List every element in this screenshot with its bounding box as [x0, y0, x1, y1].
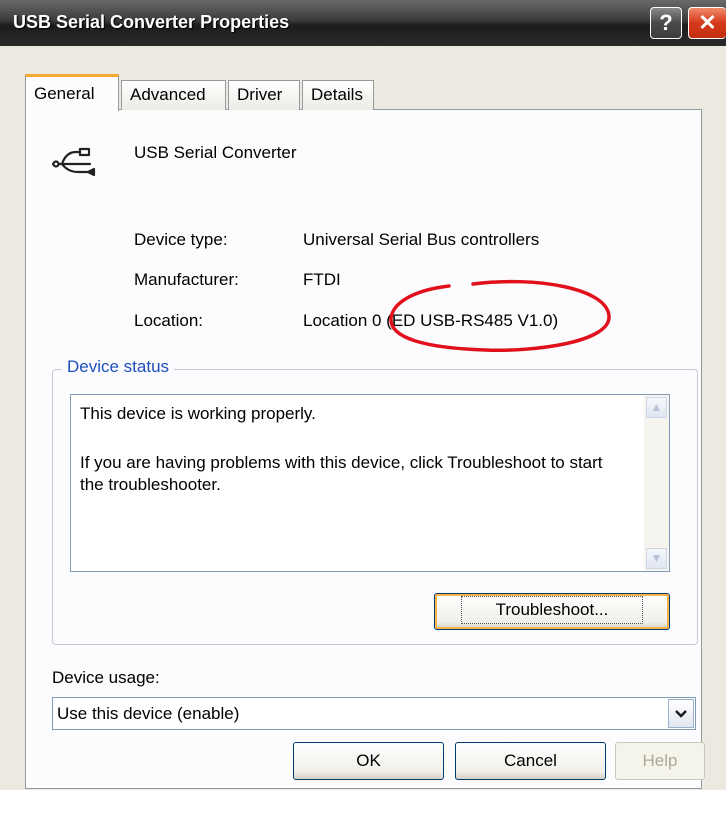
help-title-button[interactable]: ? — [650, 7, 682, 39]
usb-icon — [51, 147, 96, 177]
device-usage-label: Device usage: — [52, 668, 160, 687]
troubleshoot-label: Troubleshoot... — [460, 596, 644, 624]
tab-details[interactable]: Details — [302, 80, 374, 110]
bottom-margin — [0, 790, 726, 820]
device-usage-select[interactable]: Use this device (enable) — [52, 697, 696, 730]
chevron-down-icon — [675, 710, 687, 718]
scroll-down-icon[interactable]: ▼ — [646, 548, 667, 569]
scroll-up-icon[interactable]: ▲ — [646, 397, 667, 418]
device-name: USB Serial Converter — [134, 143, 297, 162]
status-line-working: This device is working properly. — [80, 404, 316, 423]
status-scrollbar[interactable]: ▲ ▼ — [644, 395, 669, 571]
status-textbox[interactable]: This device is working properly. If you … — [70, 394, 670, 572]
ok-button[interactable]: OK — [293, 742, 444, 780]
properties-dialog: USB Serial Converter Properties ? ✕ Gene… — [0, 0, 726, 820]
manufacturer-label: Manufacturer: — [134, 270, 239, 289]
device-type-label: Device type: — [134, 230, 228, 249]
cancel-button[interactable]: Cancel — [455, 742, 606, 780]
location-label: Location: — [134, 311, 203, 330]
tab-driver[interactable]: Driver — [228, 80, 300, 110]
dropdown-button[interactable] — [668, 699, 694, 728]
status-line-help: If you are having problems with this dev… — [80, 453, 603, 494]
window-title: USB Serial Converter Properties — [13, 12, 290, 32]
device-type-value: Universal Serial Bus controllers — [303, 230, 540, 249]
device-status-title: Device status — [62, 357, 175, 377]
device-usage-value: Use this device (enable) — [57, 704, 240, 723]
tab-general[interactable]: General — [25, 74, 119, 111]
troubleshoot-button[interactable]: Troubleshoot... — [434, 593, 670, 630]
manufacturer-value: FTDI — [303, 270, 341, 289]
title-bar[interactable]: USB Serial Converter Properties ? ✕ — [0, 0, 726, 46]
help-button[interactable]: Help — [615, 742, 705, 780]
close-button[interactable]: ✕ — [688, 7, 726, 39]
tab-advanced[interactable]: Advanced — [121, 80, 226, 110]
location-value: Location 0 (ED USB-RS485 V1.0) — [303, 311, 559, 330]
